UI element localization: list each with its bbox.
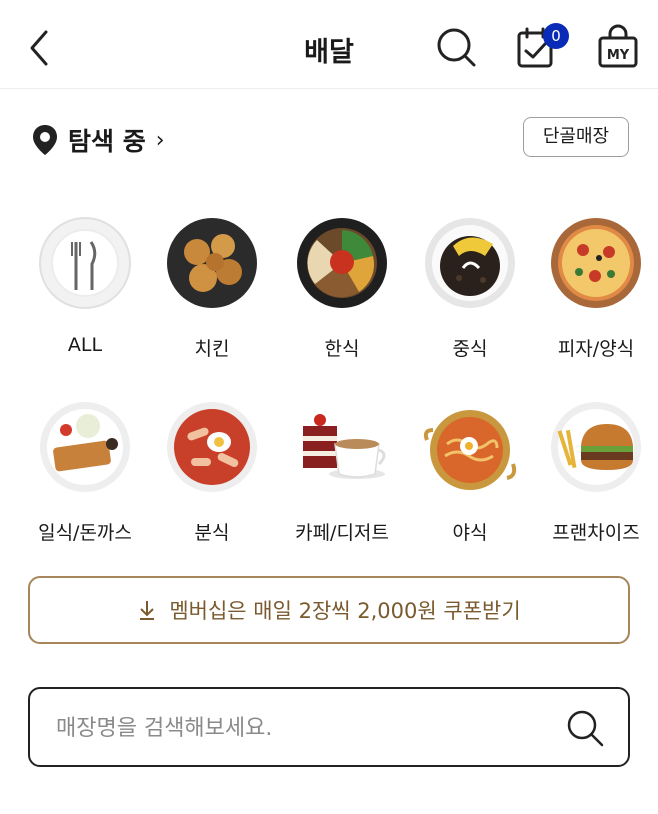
top-bar: 배달 0 MY	[0, 0, 658, 89]
category-chicken[interactable]: 치킨	[152, 216, 272, 361]
cake-coffee-icon	[303, 414, 386, 479]
chicken-icon	[167, 218, 257, 308]
category-late-night[interactable]: 야식	[410, 400, 530, 545]
category-label: 피자/양식	[557, 338, 635, 360]
category-label: ALL	[67, 334, 103, 356]
pizza-icon	[551, 218, 641, 308]
store-search-box	[28, 687, 630, 767]
fork-knife-plate-icon	[39, 217, 131, 309]
chevron-right-icon: ›	[155, 127, 165, 153]
svg-text:MY: MY	[607, 48, 630, 63]
ramen-icon	[423, 410, 517, 490]
category-label: 카페/디저트	[295, 522, 389, 544]
jjajangmyeon-icon	[425, 218, 515, 308]
category-chinese[interactable]: 중식	[410, 216, 530, 361]
regular-stores-button[interactable]: 단골매장	[523, 117, 629, 157]
category-all[interactable]: ALL	[25, 216, 145, 356]
category-korean[interactable]: 한식	[282, 216, 402, 361]
category-label: 분식	[194, 522, 230, 544]
category-label: 한식	[324, 338, 360, 360]
category-snack[interactable]: 분식	[152, 400, 272, 545]
location-selector[interactable]: 탐색 중 ›	[32, 122, 165, 158]
banner-text: 멤버십은 매일 2장씩 2,000원 쿠폰받기	[169, 599, 521, 623]
category-cafe-dessert[interactable]: 카페/디저트	[282, 400, 402, 545]
download-icon	[140, 601, 155, 620]
category-japanese-tonkatsu[interactable]: 일식/돈까스	[25, 400, 145, 545]
location-label: 탐색 중	[68, 127, 146, 156]
store-search-input[interactable]	[54, 707, 558, 749]
my-page-bag-icon[interactable]: MY	[596, 24, 640, 70]
category-label: 치킨	[194, 338, 230, 360]
bibimbap-icon	[297, 218, 387, 308]
tonkatsu-icon	[40, 402, 130, 492]
cart-count-badge: 0	[543, 23, 569, 49]
category-label: 프랜차이즈	[552, 522, 640, 544]
category-franchise[interactable]: 프랜차이즈	[536, 400, 656, 545]
tteokbokki-icon	[167, 402, 257, 492]
membership-coupon-banner[interactable]: 멤버십은 매일 2장씩 2,000원 쿠폰받기	[28, 576, 630, 644]
category-label: 일식/돈까스	[38, 522, 132, 544]
category-label: 중식	[452, 338, 488, 360]
search-icon[interactable]	[564, 707, 606, 749]
location-pin-icon	[33, 125, 57, 155]
category-pizza-western[interactable]: 피자/양식	[536, 216, 656, 361]
search-icon[interactable]	[434, 24, 478, 70]
category-label: 야식	[452, 522, 488, 544]
burger-icon	[551, 402, 641, 492]
